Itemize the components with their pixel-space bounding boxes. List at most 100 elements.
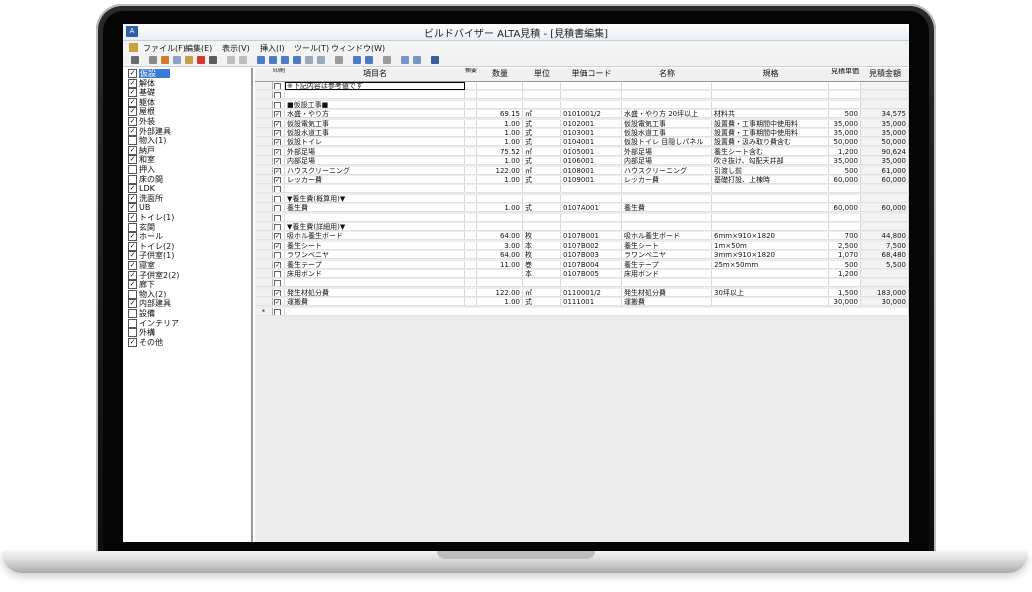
price-cell[interactable]	[829, 213, 861, 222]
calc-icon[interactable]	[353, 56, 361, 64]
item-cell[interactable]: 仮設水道工事	[285, 129, 465, 137]
tree-checkbox[interactable]: ✓	[128, 107, 137, 117]
tree-item[interactable]: 玄関	[128, 222, 155, 232]
name-cell[interactable]: 養生テープ	[622, 260, 712, 269]
spec-cell[interactable]: 吹き抜け、勾配天井部	[712, 157, 829, 166]
name-cell[interactable]	[622, 185, 712, 194]
remark-cell[interactable]	[465, 213, 477, 222]
item-cell[interactable]: 水盛・やり方	[285, 110, 465, 119]
tree-item[interactable]: ✓ 外装	[128, 117, 155, 126]
item-cell[interactable]: ▼養生費(概算用)▼	[285, 194, 465, 203]
code-cell[interactable]: 0102001	[561, 119, 622, 128]
amount-cell[interactable]: 44,800	[861, 232, 909, 241]
spec-cell[interactable]: 6mm×910×1820	[712, 232, 829, 241]
code-cell[interactable]: 0107B004	[561, 260, 622, 269]
row-selector[interactable]	[255, 176, 273, 184]
table-row[interactable]: ✓ 外部足場 75.52 ㎡ 0105001 外部足場 養生シート含む 1,200 90,624	[255, 147, 909, 156]
code-cell[interactable]	[561, 279, 622, 288]
code-cell[interactable]: 0108001	[561, 166, 622, 175]
redo-icon[interactable]	[239, 56, 247, 64]
tree-checkbox[interactable]: ✓	[128, 232, 137, 242]
code-cell[interactable]	[561, 82, 622, 90]
price-cell[interactable]	[829, 91, 861, 100]
spec-cell[interactable]: 基礎打設、上棟時	[712, 176, 829, 184]
print-checkbox[interactable]	[274, 83, 281, 89]
code-cell[interactable]: 0110001/2	[561, 288, 622, 297]
row-selector[interactable]	[255, 241, 273, 250]
name-cell[interactable]: 吸ホル養生ボード	[622, 232, 712, 241]
tree-item[interactable]: ✓ 子供室(1)	[128, 251, 174, 261]
unit-cell[interactable]	[523, 213, 561, 222]
row-selector[interactable]	[255, 270, 273, 278]
item-cell[interactable]: ハウスクリーニング	[285, 166, 465, 175]
spec-cell[interactable]: 1m×50m	[712, 241, 829, 250]
menu-file[interactable]: ファイル(F)	[143, 43, 186, 54]
move-down-icon[interactable]	[317, 56, 325, 64]
item-cell[interactable]: 養生シート	[285, 241, 465, 250]
price-cell[interactable]: 700	[829, 232, 861, 241]
amount-cell[interactable]: 35,000	[861, 157, 909, 166]
price-cell[interactable]: 30,000	[829, 298, 861, 307]
print-checkbox[interactable]: ✓	[274, 261, 281, 268]
row-selector[interactable]	[255, 213, 273, 222]
print-checkbox[interactable]	[274, 308, 281, 315]
price-cell[interactable]	[829, 223, 861, 231]
spec-cell[interactable]: 設置費・工事期間中使用料	[712, 129, 829, 137]
price-cell[interactable]: 1,500	[829, 288, 861, 297]
remark-cell[interactable]	[465, 100, 477, 109]
amount-cell[interactable]: 90,624	[861, 147, 909, 156]
price-cell[interactable]	[829, 82, 861, 90]
remark-cell[interactable]	[465, 82, 477, 90]
amount-cell[interactable]: 35,000	[861, 119, 909, 128]
item-cell[interactable]: 仮設電気工事	[285, 119, 465, 128]
qty-cell[interactable]: 1.00	[477, 157, 523, 166]
tree-item[interactable]: ✓ UB	[128, 203, 150, 213]
name-cell[interactable]	[622, 91, 712, 100]
tree-checkbox[interactable]: ✓	[128, 280, 137, 290]
move-up-icon[interactable]	[305, 56, 313, 64]
remark-cell[interactable]	[465, 129, 477, 137]
qty-cell[interactable]	[477, 223, 523, 231]
tree-checkbox[interactable]: ✓	[128, 88, 137, 98]
tree-item[interactable]: 設備	[128, 309, 155, 318]
menu-tools[interactable]: ツール(T)	[294, 43, 329, 54]
item-cell[interactable]: 吸ホル養生ボード	[285, 232, 465, 241]
print-checkbox[interactable]: ✓	[274, 139, 281, 146]
copy-icon[interactable]	[161, 56, 169, 64]
price-cell[interactable]: 35,000	[829, 119, 861, 128]
row-selector[interactable]	[255, 260, 273, 269]
qty-cell[interactable]: 3.00	[477, 241, 523, 250]
paste-icon[interactable]	[173, 56, 181, 64]
name-cell[interactable]: 水盛・やり方 20坪以上	[622, 110, 712, 119]
qty-cell[interactable]	[477, 213, 523, 222]
spec-cell[interactable]: 3mm×910×1820	[712, 251, 829, 260]
col-header-unit[interactable]: 単位	[523, 68, 562, 82]
qty-cell[interactable]	[477, 100, 523, 109]
row-selector[interactable]	[255, 110, 273, 119]
tree-checkbox[interactable]	[128, 136, 137, 146]
table-row[interactable]	[255, 213, 909, 222]
amount-cell[interactable]	[861, 82, 909, 90]
name-cell[interactable]: 養生費	[622, 204, 712, 213]
tree-checkbox[interactable]	[128, 328, 137, 338]
print-checkbox[interactable]: ✓	[274, 130, 281, 136]
print-checkbox[interactable]	[274, 280, 281, 287]
find-icon[interactable]	[209, 56, 217, 64]
price-cell[interactable]: 1,200	[829, 270, 861, 278]
unit-cell[interactable]: 式	[523, 176, 561, 184]
name-cell[interactable]: 仮設水道工事	[622, 129, 712, 137]
menu-view[interactable]: 表示(V)	[222, 43, 250, 54]
tree-checkbox[interactable]: ✓	[128, 145, 137, 155]
table-row[interactable]	[255, 91, 909, 100]
price-cell[interactable]	[829, 185, 861, 194]
spec-cell[interactable]	[712, 298, 829, 307]
unit-cell[interactable]	[523, 82, 561, 90]
tree-item[interactable]: ✓ 子供室2(2)	[128, 270, 179, 280]
row-selector[interactable]	[255, 232, 273, 241]
item-cell[interactable]: 外部足場	[285, 147, 465, 156]
amount-cell[interactable]: 34,575	[861, 110, 909, 119]
print-checkbox[interactable]	[274, 205, 281, 212]
item-cell[interactable]: ※下記内容は参考値です	[285, 82, 465, 90]
remark-cell[interactable]	[465, 223, 477, 231]
tree-checkbox[interactable]: ✓	[128, 69, 137, 78]
